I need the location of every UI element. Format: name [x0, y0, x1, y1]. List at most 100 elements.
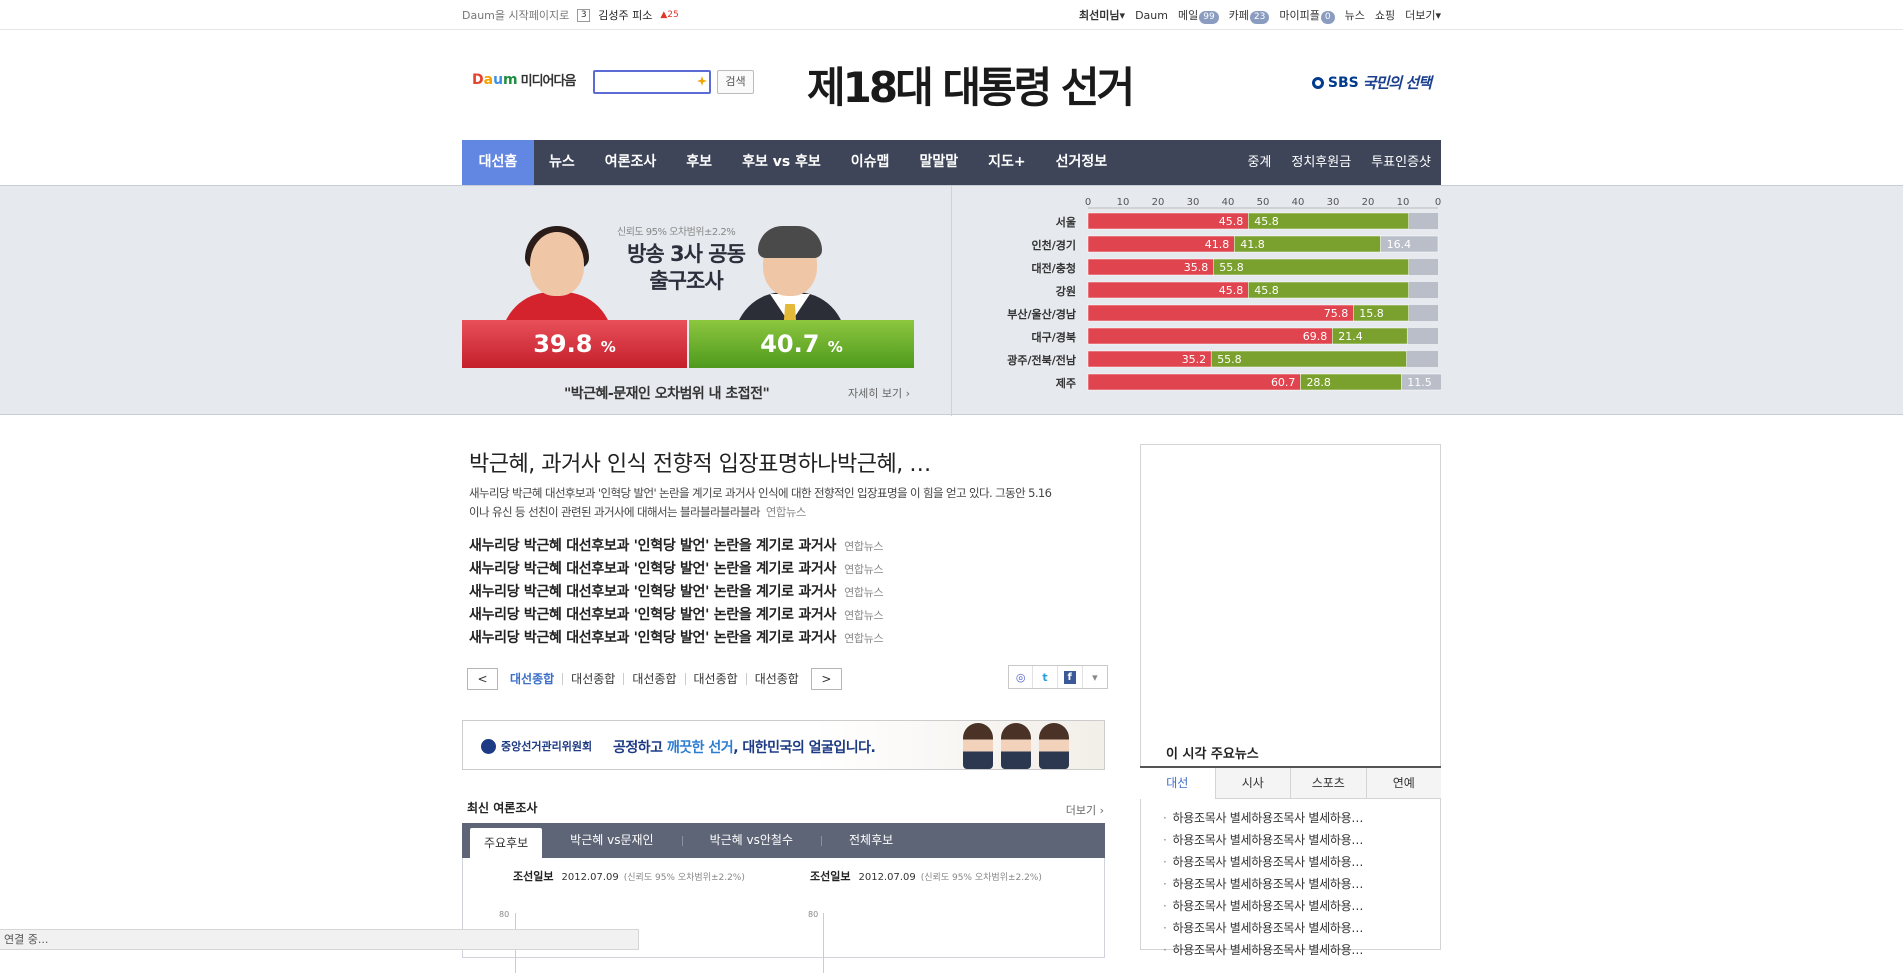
top-news-item[interactable]: 하용조목사 별세하용조목사 별세하용… [1163, 877, 1363, 891]
bar-value-label: 45.8 [1254, 284, 1279, 297]
next-button[interactable]: > [810, 668, 842, 690]
nav-item[interactable]: 이슈맵 [836, 140, 905, 185]
bar-value-label: 45.8 [1254, 215, 1279, 228]
region-label: 제주 [1056, 376, 1076, 390]
daum-media-logo[interactable]: Daum 미디어다음 [472, 70, 576, 90]
poll-tab[interactable]: 주요후보 [470, 828, 543, 858]
poll-axis [823, 913, 824, 973]
polls-more-link[interactable]: 더보기 › [1066, 802, 1104, 818]
news-list-item[interactable]: 새누리당 박근혜 대선후보과 '인혁당 발언' 논란을 계기로 과거사 연합뉴스 [469, 627, 1069, 650]
talk-share-icon[interactable]: ◎ [1009, 666, 1034, 688]
nav-right-item[interactable]: 투표인증샷 [1361, 140, 1441, 185]
service-link[interactable]: 메일 99 [1178, 7, 1219, 24]
nav-item[interactable]: 여론조사 [590, 140, 672, 185]
top-news-item[interactable]: 하용조목사 별세하용조목사 별세하용… [1163, 943, 1363, 957]
bar-value-label: 11.5 [1407, 376, 1432, 389]
pager-item[interactable]: 대선종합 [684, 673, 746, 685]
pager-item[interactable]: 대선종합 [745, 673, 807, 685]
top-news-item[interactable]: 하용조목사 별세하용조목사 별세하용… [1163, 921, 1363, 935]
nav-item[interactable]: 지도+ [973, 140, 1041, 185]
prev-button[interactable]: < [467, 668, 498, 690]
nav-right-item[interactable]: 정치후원금 [1281, 140, 1361, 185]
news-list-item[interactable]: 새누리당 박근혜 대선후보과 '인혁당 발언' 논란을 계기로 과거사 연합뉴스 [469, 558, 1069, 581]
share-more-icon[interactable]: ▾ [1083, 666, 1107, 688]
top-news-tab[interactable]: 연예 [1366, 768, 1441, 799]
twitter-icon[interactable]: t [1033, 666, 1058, 688]
top-news-tab[interactable]: 대선 [1140, 768, 1216, 799]
regional-result-chart: 0 10 20 30 40 50 40 30 20 10 0 서울 45.8 45.8 인천/경기 41.8 4… [1007, 197, 1442, 391]
pager-item[interactable]: 대선종합 [502, 673, 562, 685]
unread-count-badge: 23 [1249, 10, 1270, 24]
service-links: 최선미님▾ Daum 메일 99 카페 23 마이피플 0 뉴스 쇼핑 더보기▾ [1079, 7, 1441, 24]
top-news-item[interactable]: 하용조목사 별세하용조목사 별세하용… [1163, 833, 1363, 847]
pager-item[interactable]: 대선종합 [623, 673, 684, 685]
chevron-down-icon: ▾ [1119, 9, 1126, 22]
news-source: 연합뉴스 [844, 563, 884, 576]
page-title: 제18대 대통령 선거 [807, 63, 1135, 112]
nav-item[interactable]: 후보 [671, 140, 727, 185]
nav-right-item[interactable]: 중계 [1237, 140, 1281, 185]
service-link[interactable]: 더보기▾ [1405, 7, 1441, 23]
axis-tick-label: 50 [1257, 197, 1270, 208]
service-link[interactable]: 카페 23 [1229, 7, 1270, 24]
nav-item[interactable]: 후보 vs 후보 [727, 140, 836, 185]
set-start-page-link[interactable]: Daum을 시작페이지로 [462, 7, 569, 23]
poll-tab[interactable]: 전체후보 [821, 823, 921, 858]
poll-detail-link[interactable]: 자세히 보기 › [848, 385, 910, 401]
bar-value-label: 21.4 [1338, 330, 1363, 343]
news-title: 새누리당 박근혜 대선후보과 '인혁당 발언' 논란을 계기로 과거사 [469, 630, 837, 646]
news-list-item[interactable]: 새누리당 박근혜 대선후보과 '인혁당 발언' 논란을 계기로 과거사 연합뉴스 [469, 581, 1069, 604]
poll-tabs: 주요후보 박근혜 vs문재인 박근혜 vs안철수 전체후보 [462, 823, 1105, 858]
latest-polls-heading: 최신 여론조사 [467, 801, 538, 815]
sbs-logo[interactable]: SBS 국민의 선택 [1311, 72, 1432, 93]
divider [951, 186, 952, 416]
nec-logo: 중앙선거관리위원회 [481, 738, 592, 754]
nec-banner[interactable]: 중앙선거관리위원회 공정하고 깨끗한 선거, 대한민국의 얼굴입니다. [462, 720, 1105, 770]
service-link[interactable]: 마이피플 0 [1279, 7, 1335, 24]
axis-tick-label: 30 [1187, 197, 1200, 208]
nav-item[interactable]: 뉴스 [534, 140, 590, 185]
news-source: 연합뉴스 [844, 540, 884, 553]
region-label: 서울 [1056, 215, 1076, 229]
service-link-label: 메일 [1177, 8, 1199, 22]
banner-text: 공정하고 [613, 740, 667, 756]
poll-tab[interactable]: 박근혜 vs안철수 [681, 823, 821, 858]
trend-rank-badge: 3 [577, 8, 591, 22]
top-news-heading: 이 시각 주요뉴스 [1166, 747, 1259, 762]
sbs-circle-icon [1311, 76, 1324, 89]
news-list-item[interactable]: 새누리당 박근혜 대선후보과 '인혁당 발언' 논란을 계기로 과거사 연합뉴스 [469, 604, 1069, 627]
bar-value-label: 28.8 [1306, 376, 1331, 389]
region-label: 대전/충청 [1032, 261, 1077, 275]
region-label: 부산/울산/경남 [1007, 307, 1076, 321]
top-news-tab[interactable]: 시사 [1215, 768, 1291, 799]
nav-item[interactable]: 말말말 [904, 140, 973, 185]
search-button[interactable]: 검색 [717, 70, 754, 94]
search-input[interactable] [593, 70, 711, 94]
trend-keyword-link[interactable]: 김성주 피소 [598, 7, 652, 23]
region-label: 인천/경기 [1032, 238, 1077, 252]
poll-date: 2012.07.09 [858, 872, 916, 883]
axis-tick-label: 40 [1292, 197, 1305, 208]
service-link[interactable]: 최선미님▾ [1079, 7, 1125, 23]
region-label: 대구/경북 [1032, 330, 1077, 344]
top-news-tab[interactable]: 스포츠 [1291, 768, 1367, 799]
headline-title[interactable]: 박근혜, 과거사 인식 전향적 입장표명하나박근혜, … [469, 446, 931, 478]
axis-tick-label: 0 [1435, 197, 1441, 208]
nec-org-name: 중앙선거관리위원회 [501, 740, 593, 753]
top-news-item[interactable]: 하용조목사 별세하용조목사 별세하용… [1163, 899, 1363, 913]
axis-tick-label: 30 [1327, 197, 1340, 208]
top-news-item[interactable]: 하용조목사 별세하용조목사 별세하용… [1163, 811, 1363, 825]
service-link[interactable]: Daum [1135, 9, 1168, 22]
poll-tab[interactable]: 박근혜 vs문재인 [542, 823, 681, 858]
news-source: 연합뉴스 [844, 609, 884, 622]
service-link[interactable]: 뉴스 [1345, 7, 1365, 23]
logo-letter: D [472, 71, 484, 88]
top-news-item[interactable]: 하용조목사 별세하용조목사 별세하용… [1163, 855, 1363, 869]
nav-item[interactable]: 선거정보 [1041, 140, 1123, 185]
news-list-item[interactable]: 새누리당 박근혜 대선후보과 '인혁당 발언' 논란을 계기로 과거사 연합뉴스 [469, 535, 1069, 558]
service-link[interactable]: 쇼핑 [1375, 7, 1395, 23]
nav-item[interactable]: 대선홈 [462, 140, 534, 185]
facebook-share[interactable]: f [1058, 666, 1083, 688]
axis-tick-label: 20 [1362, 197, 1375, 208]
pager-item[interactable]: 대선종합 [562, 673, 623, 685]
